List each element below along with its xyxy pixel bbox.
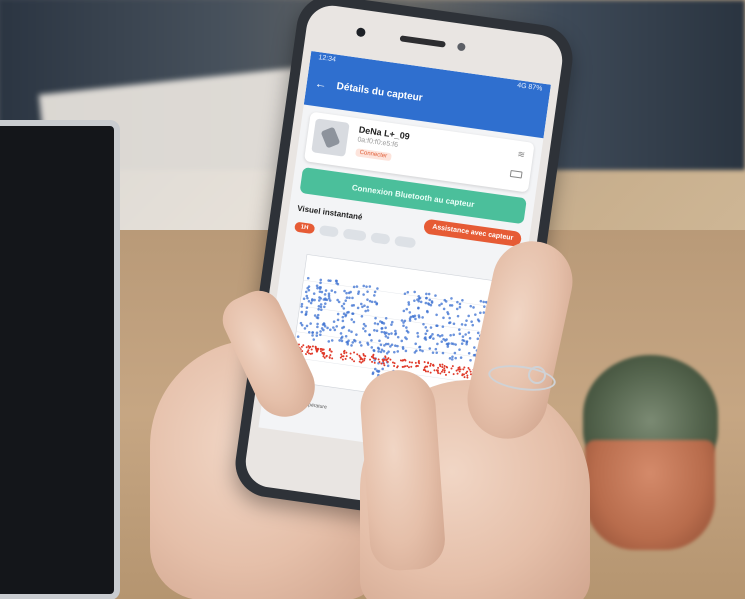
sensor-image: [311, 118, 350, 157]
laptop: [0, 120, 120, 599]
filter-chip-7j[interactable]: 7J: [370, 232, 391, 245]
photo-scene: 12:34 4G 87% ← Détails du capteur DeNa L…: [0, 0, 745, 599]
right-thumb: [358, 367, 447, 573]
wifi-icon: ≋: [516, 148, 526, 160]
filter-chip-1h[interactable]: 1H: [294, 221, 315, 235]
filter-chip-6h[interactable]: 6H: [318, 224, 340, 238]
battery-icon: [509, 169, 523, 179]
filter-chip-24h[interactable]: 24H: [342, 228, 368, 242]
ring-knot: [528, 366, 546, 384]
filter-chip-30j[interactable]: 30J: [393, 235, 417, 249]
back-arrow-icon[interactable]: ←: [314, 76, 328, 92]
status-indicators: 4G 87%: [516, 82, 543, 93]
plant-pot: [585, 440, 715, 550]
status-time: 12:34: [317, 54, 337, 64]
page-title: Détails du capteur: [335, 80, 424, 104]
status-badge: Connecter: [355, 148, 392, 162]
